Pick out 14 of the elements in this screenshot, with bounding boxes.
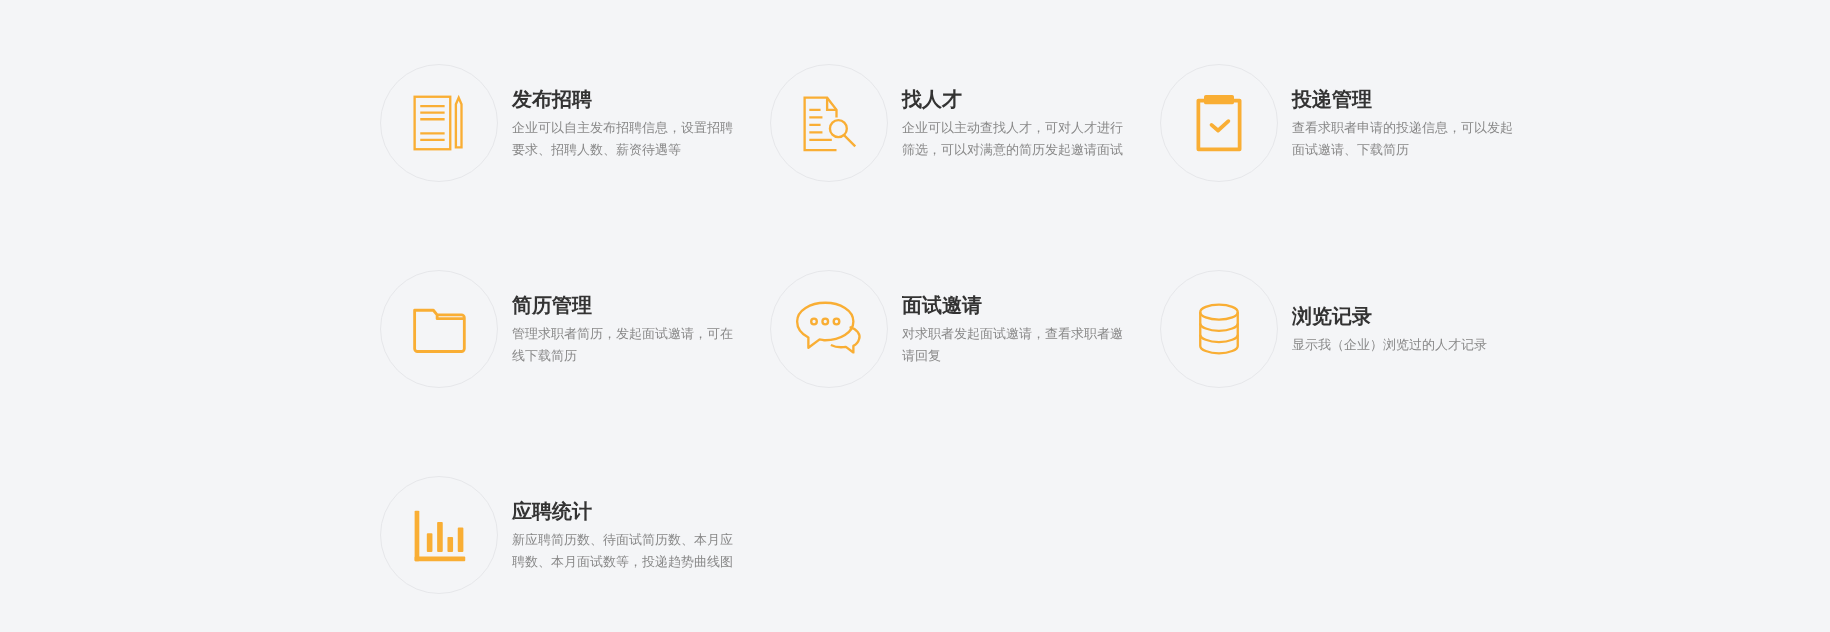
feature-description: 显示我（企业）浏览过的人才记录	[1292, 336, 1488, 354]
feature-description: 企业可以主动查找人才，可对人才进行筛选，可以对满意的简历发起邀请面试	[902, 119, 1124, 159]
feature-description: 查看求职者申请的投递信息，可以发起面试邀请、下载简历	[1292, 119, 1514, 159]
feature-description: 管理求职者简历，发起面试邀请，可在线下载简历	[512, 325, 734, 365]
feature-title: 投递管理	[1292, 87, 1373, 112]
feature-description: 新应聘简历数、待面试简历数、本月应聘数、本月面试数等，投递趋势曲线图	[512, 531, 734, 571]
feature-description: 对求职者发起面试邀请，查看求职者邀请回复	[902, 325, 1124, 365]
feature-title: 简历管理	[512, 293, 593, 318]
feature-description: 企业可以自主发布招聘信息，设置招聘要求、招聘人数、薪资待遇等	[512, 119, 734, 159]
feature-title: 应聘统计	[512, 499, 593, 524]
feature-title: 找人才	[902, 87, 963, 112]
feature-title: 面试邀请	[902, 293, 983, 318]
feature-title: 浏览记录	[1292, 304, 1373, 329]
feature-title: 发布招聘	[512, 87, 593, 112]
